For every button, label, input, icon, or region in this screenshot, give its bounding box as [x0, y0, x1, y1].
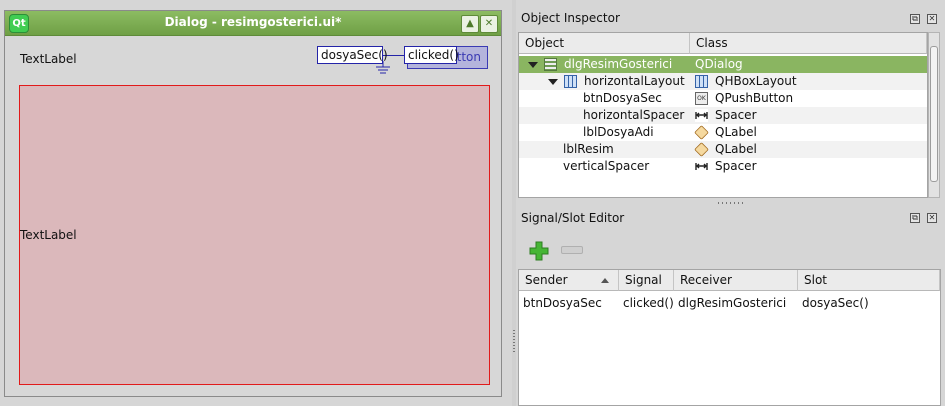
scrollbar-thumb[interactable] [930, 46, 938, 182]
connection-ground-icon [376, 61, 390, 74]
class-name: QDialog [695, 57, 743, 71]
object-name: horizontalLayout [584, 74, 685, 88]
hbox-layout-icon [695, 75, 708, 88]
column-receiver[interactable]: Receiver [674, 270, 798, 291]
form-title: Dialog - resimgosterici.ui* [164, 15, 342, 29]
object-inspector-title: Object Inspector [521, 11, 620, 25]
label-icon [694, 142, 709, 157]
form-titlebar[interactable]: Qt Dialog - resimgosterici.ui* ▲ ✕ [5, 11, 501, 36]
form-window: Qt Dialog - resimgosterici.ui* ▲ ✕ TextL… [4, 10, 502, 397]
push-button-icon: OK [695, 92, 708, 105]
object-name: dlgResimGosterici [564, 57, 673, 71]
object-name: verticalSpacer [563, 159, 650, 173]
tree-row-horizontal-spacer[interactable]: horizontalSpacer Spacer [519, 107, 927, 124]
cell-sender: btnDosyaSec [523, 296, 602, 310]
object-name: btnDosyaSec [583, 91, 662, 105]
object-inspector-tree[interactable]: Object Class dlgResimGosterici QDialog h… [518, 32, 928, 198]
class-name: Spacer [715, 108, 757, 122]
expand-arrow-icon[interactable] [548, 79, 558, 85]
class-name: QLabel [715, 125, 757, 139]
float-icon[interactable]: ⧉ [910, 14, 920, 24]
column-slot[interactable]: Slot [798, 270, 940, 291]
dialog-icon [544, 58, 557, 71]
tree-row-dlg-resim-gosterici[interactable]: dlgResimGosterici QDialog [519, 56, 927, 73]
cell-slot: dosyaSec() [802, 296, 869, 310]
object-name: horizontalSpacer [583, 108, 685, 122]
class-name: Spacer [715, 159, 757, 173]
tree-row-btn-dosya-sec[interactable]: btnDosyaSec OK QPushButton [519, 90, 927, 107]
column-sender[interactable]: Sender [519, 270, 619, 291]
lbl-resim-text: TextLabel [20, 228, 77, 242]
expand-arrow-icon[interactable] [528, 62, 538, 68]
sort-ascending-icon [601, 278, 609, 283]
connection-signal-label[interactable]: clicked() [404, 46, 459, 64]
connection-slot-label[interactable]: dosyaSec() [317, 46, 388, 64]
column-object[interactable]: Object [519, 33, 690, 54]
close-button[interactable]: ✕ [480, 15, 498, 33]
close-icon[interactable]: ✕ [927, 213, 937, 223]
class-name: QPushButton [715, 91, 794, 105]
tree-row-vertical-spacer[interactable]: verticalSpacer Spacer [519, 158, 927, 175]
add-connection-button[interactable] [529, 241, 549, 261]
float-icon[interactable]: ⧉ [910, 213, 920, 223]
signal-slot-table[interactable]: Sender Signal Receiver Slot btnDosyaSec … [518, 269, 941, 406]
class-name: QHBoxLayout [715, 74, 797, 88]
object-name: lblDosyaAdi [583, 125, 654, 139]
object-name: lblResim [563, 142, 614, 156]
signal-slot-editor-title: Signal/Slot Editor [521, 211, 625, 225]
spacer-icon [695, 109, 708, 122]
maximize-button[interactable]: ▲ [461, 15, 479, 33]
tree-row-horizontal-layout[interactable]: horizontalLayout QHBoxLayout [519, 73, 927, 90]
class-name: QLabel [715, 142, 757, 156]
column-sender-label: Sender [525, 273, 568, 287]
spacer-icon [695, 160, 708, 173]
cell-signal: clicked() [623, 296, 674, 310]
tree-row-lbl-dosya-adi[interactable]: lblDosyaAdi QLabel [519, 124, 927, 141]
cell-receiver: dlgResimGosterici [678, 296, 787, 310]
hbox-layout-icon [564, 75, 577, 88]
close-icon[interactable]: ✕ [927, 14, 937, 24]
splitter-handle[interactable] [513, 330, 515, 352]
table-row[interactable]: btnDosyaSec clicked() dlgResimGosterici … [519, 295, 940, 312]
lbl-resim[interactable]: TextLabel [19, 85, 490, 385]
label-icon [694, 125, 709, 140]
column-signal[interactable]: Signal [619, 270, 674, 291]
lbl-dosya-adi[interactable]: TextLabel [20, 52, 77, 66]
panel-splitter-handle[interactable] [718, 202, 744, 204]
column-class[interactable]: Class [690, 33, 927, 54]
tree-row-lbl-resim[interactable]: lblResim QLabel [519, 141, 927, 158]
remove-connection-button[interactable] [561, 246, 583, 254]
